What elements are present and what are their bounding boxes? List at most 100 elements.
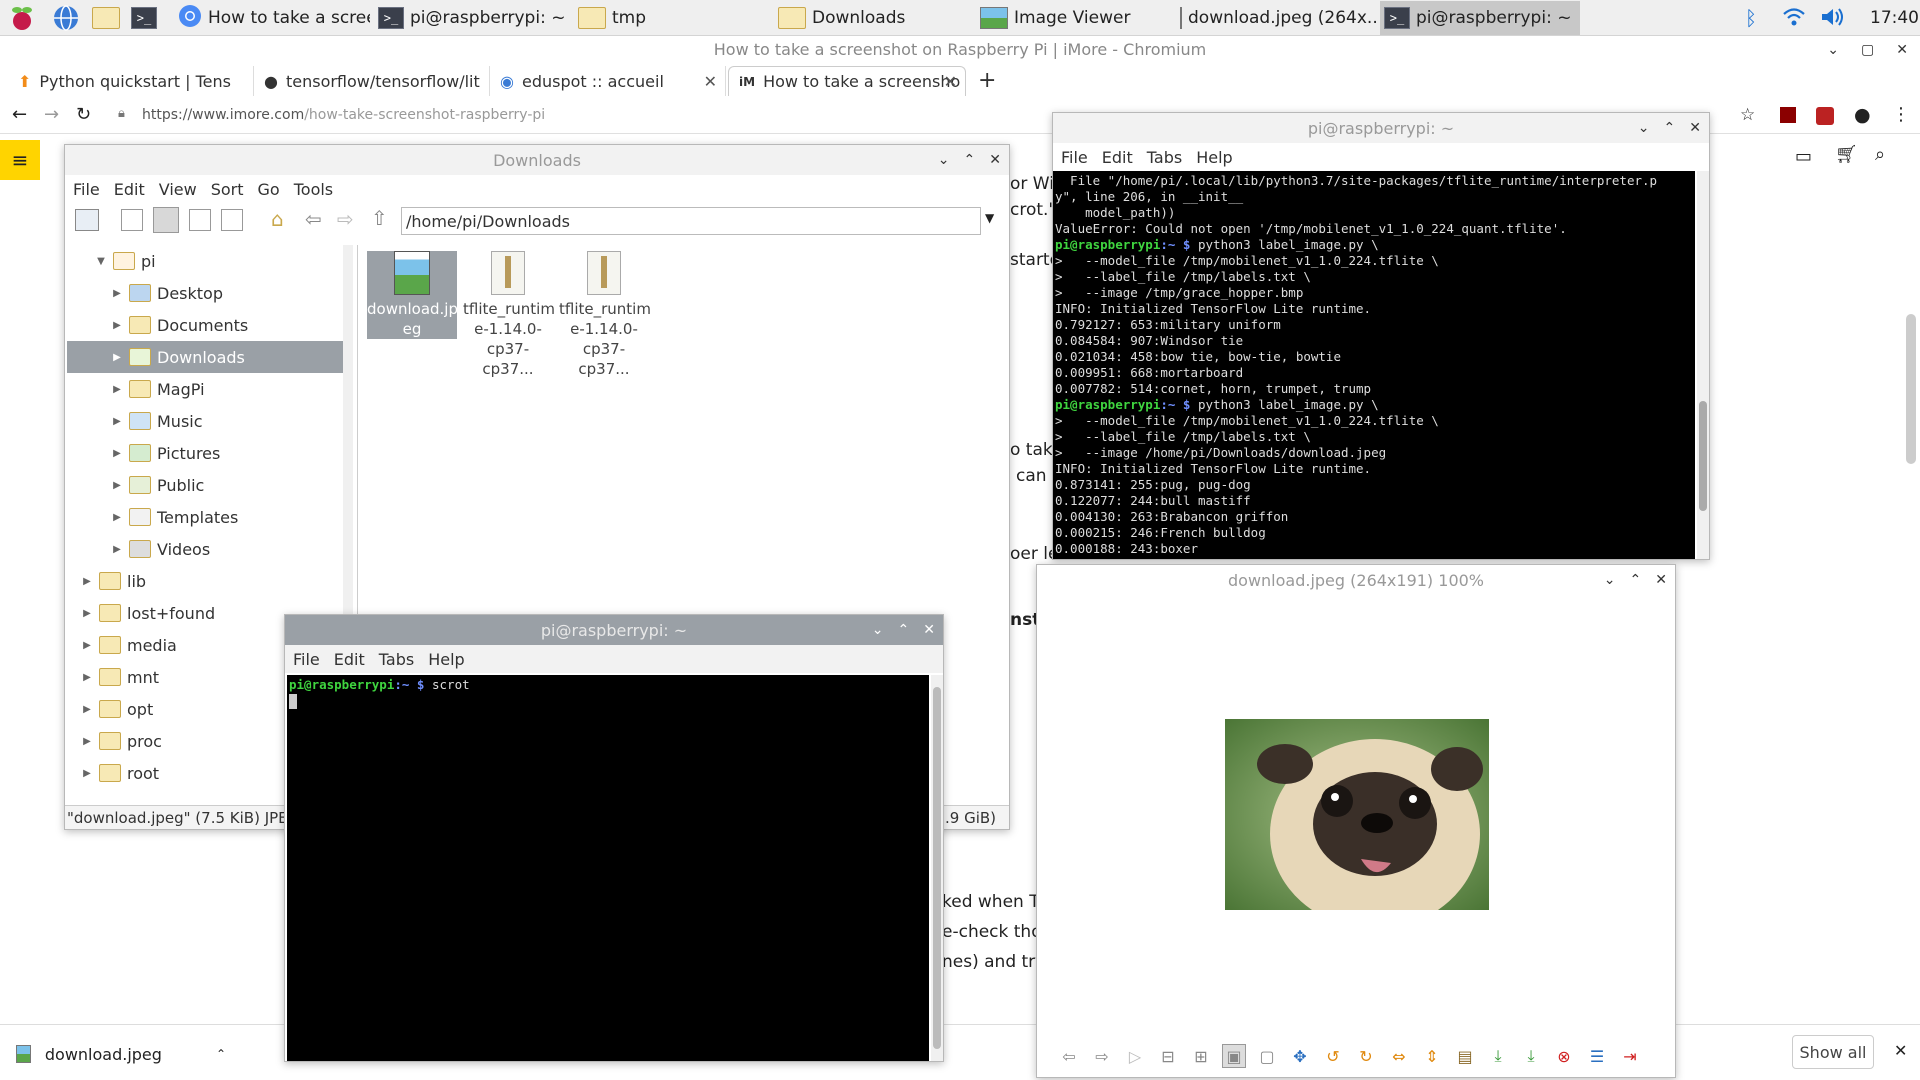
save-icon[interactable]: ⤓: [1486, 1044, 1510, 1068]
rotate-right-icon[interactable]: ↻: [1354, 1044, 1378, 1068]
rotate-left-icon[interactable]: ↺: [1321, 1044, 1345, 1068]
terminal-output[interactable]: pi@raspberrypi:~ $ scrot: [287, 675, 929, 1061]
chevron-right-icon[interactable]: ▶: [111, 384, 123, 395]
chevron-right-icon[interactable]: ▶: [111, 512, 123, 523]
tab-eduspot[interactable]: ◉ eduspot :: accueil ✕: [490, 66, 726, 96]
tab-close-icon[interactable]: ✕: [704, 72, 717, 91]
chevron-right-icon[interactable]: ▶: [111, 448, 123, 459]
close-button[interactable]: ✕: [1689, 120, 1701, 136]
path-field[interactable]: /home/pi/Downloads: [401, 207, 981, 235]
menu-tools[interactable]: Tools: [294, 180, 333, 199]
chevron-right-icon[interactable]: ▶: [81, 672, 93, 683]
open-file-icon[interactable]: ▤: [1453, 1044, 1477, 1068]
image-viewer-titlebar[interactable]: download.jpeg (264x191) 100% ⌄ ⌃ ✕: [1037, 565, 1675, 595]
tab-imore[interactable]: iM How to take a screensho ✕: [728, 66, 966, 96]
tree-item-videos[interactable]: ▶ Videos: [67, 533, 345, 565]
task-image-viewer[interactable]: Image Viewer: [976, 1, 1172, 35]
menu-kebab-icon[interactable]: ⋮: [1892, 104, 1910, 125]
download-item[interactable]: download.jpeg ⌃: [16, 1041, 226, 1067]
zoom-out-icon[interactable]: ⊟: [1156, 1044, 1180, 1068]
tree-item-documents[interactable]: ▶ Documents: [67, 309, 345, 341]
tree-item-downloads[interactable]: ▶ Downloads: [67, 341, 345, 373]
new-tab-button[interactable]: +: [978, 68, 996, 93]
chevron-right-icon[interactable]: ▶: [81, 736, 93, 747]
tree-item-pictures[interactable]: ▶ Pictures: [67, 437, 345, 469]
chevron-right-icon[interactable]: ▶: [111, 544, 123, 555]
zoom-in-icon[interactable]: ⊞: [1189, 1044, 1213, 1068]
chevron-right-icon[interactable]: ▶: [111, 288, 123, 299]
menu-help[interactable]: Help: [428, 650, 464, 669]
chevron-up-icon[interactable]: ⌃: [216, 1047, 226, 1061]
search-icon[interactable]: ⌕: [1875, 144, 1885, 165]
tree-item-lib[interactable]: ▶ lib: [67, 565, 345, 597]
tree-item-pi[interactable]: ▼ pi: [67, 245, 345, 277]
chevron-right-icon[interactable]: ▶: [111, 480, 123, 491]
bookmark-star-icon[interactable]: ☆: [1740, 105, 1755, 125]
maximize-button[interactable]: ⌃: [964, 152, 976, 168]
back-icon[interactable]: ⇦: [305, 207, 322, 231]
delete-icon[interactable]: ⊗: [1552, 1044, 1576, 1068]
tree-item-public[interactable]: ▶ Public: [67, 469, 345, 501]
volume-icon[interactable]: [1820, 5, 1846, 33]
fullscreen-icon[interactable]: ✥: [1288, 1044, 1312, 1068]
next-icon[interactable]: ⇨: [1090, 1044, 1114, 1068]
web-browser-icon[interactable]: [50, 2, 82, 34]
chevron-right-icon[interactable]: ▶: [81, 704, 93, 715]
chevron-right-icon[interactable]: ▶: [81, 576, 93, 587]
new-window-icon[interactable]: [75, 209, 99, 231]
menu-view[interactable]: View: [159, 180, 197, 199]
fit-icon[interactable]: ▣: [1222, 1044, 1246, 1068]
flip-vertical-icon[interactable]: ⇕: [1420, 1044, 1444, 1068]
comment-icon[interactable]: ▭: [1795, 146, 1812, 167]
task-download-jpeg[interactable]: download.jpeg (264x...: [1176, 1, 1376, 35]
shield-extension-icon[interactable]: [1816, 107, 1834, 125]
show-all-button[interactable]: Show all: [1792, 1035, 1874, 1069]
minimize-button[interactable]: ⌄: [1638, 120, 1650, 136]
file-item-tflite-2[interactable]: tflite_runtim e-1.14.0- cp37-cp37...: [559, 251, 651, 379]
chevron-right-icon[interactable]: ▶: [111, 352, 123, 363]
url-field[interactable]: https://www.imore.com/how-take-screensho…: [142, 107, 545, 123]
forward-icon[interactable]: ⇨: [337, 207, 354, 231]
file-manager-icon[interactable]: [90, 2, 122, 34]
path-dropdown-icon[interactable]: ▼: [985, 211, 994, 225]
chevron-down-icon[interactable]: ▼: [95, 256, 107, 267]
tree-item-templates[interactable]: ▶ Templates: [67, 501, 345, 533]
minimize-button[interactable]: ⌄: [938, 152, 950, 168]
home-icon[interactable]: ⌂: [271, 207, 284, 231]
task-terminal-1[interactable]: >_ pi@raspberrypi: ~: [374, 1, 570, 35]
menu-file[interactable]: File: [1061, 148, 1088, 167]
chevron-right-icon[interactable]: ▶: [111, 416, 123, 427]
menu-tabs[interactable]: Tabs: [379, 650, 414, 669]
save-as-icon[interactable]: ⤓: [1519, 1044, 1543, 1068]
tree-item-magpi[interactable]: ▶ MagPi: [67, 373, 345, 405]
close-button[interactable]: ✕: [1896, 36, 1908, 64]
minimize-button[interactable]: ⌄: [1604, 572, 1616, 588]
menu-help[interactable]: Help: [1196, 148, 1232, 167]
menu-edit[interactable]: Edit: [1102, 148, 1133, 167]
reload-icon[interactable]: ↻: [76, 104, 91, 125]
compact-view-icon[interactable]: [189, 209, 211, 231]
previous-icon[interactable]: ⇦: [1057, 1044, 1081, 1068]
exit-icon[interactable]: ⇥: [1618, 1044, 1642, 1068]
list-view-icon[interactable]: [221, 209, 243, 231]
back-icon[interactable]: ←: [12, 104, 27, 125]
terminal-scrollbar[interactable]: [931, 675, 943, 1061]
preferences-icon[interactable]: ☰: [1585, 1044, 1609, 1068]
slideshow-icon[interactable]: ▷: [1123, 1044, 1147, 1068]
tab-close-icon[interactable]: ✕: [944, 72, 957, 91]
terminal-titlebar[interactable]: pi@raspberrypi: ~ ⌄ ⌃ ✕: [1053, 113, 1709, 143]
menu-file[interactable]: File: [73, 180, 100, 199]
task-downloads[interactable]: Downloads: [774, 1, 970, 35]
up-icon[interactable]: ⇧: [371, 206, 388, 230]
profile-icon[interactable]: ●: [1854, 104, 1871, 126]
terminal-titlebar[interactable]: pi@raspberrypi: ~ ⌄ ⌃ ✕: [285, 615, 943, 645]
terminal-launcher-icon[interactable]: >_: [128, 2, 160, 34]
wifi-icon[interactable]: [1782, 5, 1806, 33]
menu-tabs[interactable]: Tabs: [1147, 148, 1182, 167]
maximize-button[interactable]: ⌃: [1664, 120, 1676, 136]
task-tmp[interactable]: tmp: [574, 1, 770, 35]
file-item-tflite-1[interactable]: tflite_runtim e-1.14.0- cp37-cp37...: [463, 251, 555, 379]
task-terminal-2[interactable]: >_ pi@raspberrypi: ~: [1380, 1, 1580, 35]
hamburger-menu-icon[interactable]: ≡: [0, 140, 40, 180]
clock[interactable]: 17:40: [1870, 8, 1919, 28]
